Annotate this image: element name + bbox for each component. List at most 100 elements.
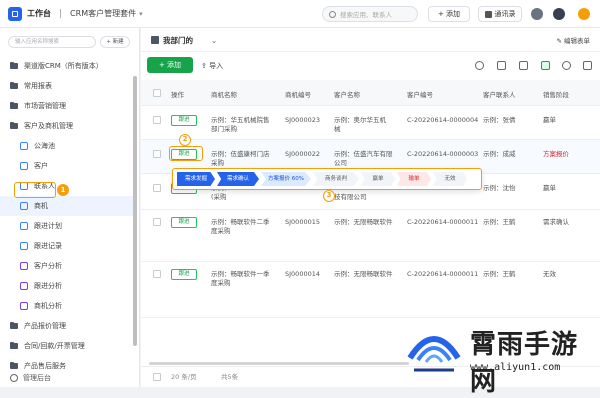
sidebar-item[interactable]: 客户 [0, 156, 134, 176]
follow-button[interactable]: 跟进 [171, 217, 197, 228]
row-checkbox[interactable] [153, 150, 161, 158]
opportunity-name[interactable]: 示例：畅联软件二季 [211, 218, 270, 227]
opportunity-name[interactable]: 采购 [211, 159, 224, 168]
customer-name[interactable]: 技有限公司 [334, 193, 367, 202]
more-icon[interactable] [583, 61, 592, 70]
column-header[interactable]: 客户名称 [334, 89, 360, 99]
follow-button[interactable]: 跟进 [171, 115, 197, 126]
app-icon [20, 242, 28, 250]
global-search-input[interactable]: 搜索应用、联系人 [322, 6, 418, 22]
column-header[interactable]: 客户编号 [407, 89, 433, 99]
horizontal-scrollbar[interactable] [149, 362, 409, 365]
sidebar-item[interactable]: 跟进分析 [0, 276, 134, 296]
customer-contact[interactable]: 示例：成威 [483, 150, 516, 159]
view-selector[interactable]: 我部门的 ⌄ [151, 33, 239, 47]
app-icon [20, 202, 28, 210]
stage-step[interactable]: 方案报价 60% [261, 172, 311, 186]
sidebar-item[interactable]: 客户分析 [0, 256, 134, 276]
edit-form-button[interactable]: ✎ 编辑表单 [556, 35, 590, 45]
table-view-icon[interactable] [541, 61, 550, 70]
table-row[interactable]: 跟进 示例：华五机械院售 部门采购 SJ0000023 示例：奥尔华五机械 C-20220… [141, 106, 600, 140]
column-header[interactable]: 销售阶段 [543, 89, 569, 99]
app-logo-icon[interactable] [8, 6, 22, 21]
search-icon[interactable] [475, 61, 484, 70]
opportunity-name[interactable]: 部门采购 [211, 125, 237, 134]
sidebar-item[interactable]: 客户及商机管理 [0, 116, 134, 136]
app-name[interactable]: 工作台 [27, 8, 51, 19]
customer-name[interactable]: 械 [334, 125, 341, 134]
follow-button[interactable]: 跟进 [171, 269, 197, 280]
sidebar-item[interactable]: 合同/回款/开票管理 [0, 336, 134, 356]
opportunity-code: SJ0000015 [285, 218, 320, 226]
sidebar-new-button[interactable]: + 新建 [100, 36, 130, 48]
customer-contact[interactable]: 示例：王鹤 [483, 270, 516, 279]
row-checkbox[interactable] [153, 184, 161, 192]
sidebar-item[interactable]: 渠道版CRM（所有版本） [0, 56, 134, 76]
watermark-url: www.aliyun1.com [470, 362, 561, 373]
row-checkbox[interactable] [153, 116, 161, 124]
sidebar-item[interactable]: 公海池 [0, 136, 134, 156]
notification-icon[interactable] [531, 8, 543, 20]
page-size-select[interactable]: 20 条/页 [171, 373, 197, 382]
customer-contact[interactable]: 示例：张倩 [483, 116, 516, 125]
opportunity-name[interactable]: 度采购 [211, 279, 231, 288]
stage-step[interactable]: 需求发掘 [177, 172, 215, 186]
opportunity-name[interactable]: 度采购 [211, 227, 231, 236]
opportunity-name[interactable]: 示例：伍盛康柯门店 [211, 150, 270, 159]
opportunity-name[interactable]: 示例：畅联软件一季 [211, 270, 270, 279]
sidebar-item[interactable]: 市场营销管理 [0, 96, 134, 116]
sidebar-item-label: 跟进分析 [34, 282, 62, 290]
add-record-button[interactable]: + 添加 [147, 57, 193, 73]
customer-contact[interactable]: 示例：王鹤 [483, 218, 516, 227]
opportunity-name[interactable]: 示例：华五机械院售 [211, 116, 270, 125]
annotation-highlight-follow [169, 146, 203, 161]
sort-icon[interactable] [519, 61, 528, 70]
opportunity-code: SJ0000022 [285, 150, 320, 158]
customer-name[interactable]: 示例：无限畅联软件 [334, 270, 393, 279]
app-icon [20, 262, 28, 270]
customer-name[interactable]: 示例：伍盛汽车有限 [334, 150, 393, 159]
add-button[interactable]: + 添加 [428, 6, 470, 22]
sidebar-item[interactable]: 常用报表 [0, 76, 134, 96]
sidebar-item-label: 产品报价管理 [24, 322, 66, 330]
customer-contact[interactable]: 示例：沈怡 [483, 184, 516, 193]
avatar[interactable] [578, 8, 590, 20]
contacts-button[interactable]: 通讯录 [478, 6, 522, 22]
breadcrumb[interactable]: CRM客户管理套件 [70, 8, 136, 19]
customer-name[interactable]: 示例：奥尔华五机 [334, 116, 386, 125]
customer-name[interactable]: 示例：无限畅联软件 [334, 218, 393, 227]
row-checkbox[interactable] [153, 270, 161, 278]
column-header[interactable]: 操作 [171, 89, 184, 99]
stage-step[interactable]: 赢单 [361, 172, 395, 186]
table-row[interactable]: 跟进 示例：畅联软件一季 度采购 SJ0000014 示例：无限畅联软件 C-202206… [141, 262, 600, 318]
sidebar-item[interactable]: 跟进记录 [0, 236, 134, 256]
sidebar-search-input[interactable]: 输入应用名称搜索 [8, 36, 96, 48]
column-header[interactable]: 客户联系人 [483, 89, 516, 99]
filter-icon[interactable] [497, 61, 506, 70]
column-header[interactable]: 商机名称 [211, 89, 237, 99]
customer-name[interactable]: 公司 [334, 159, 347, 168]
sidebar-item-label: 客户及商机管理 [24, 122, 73, 130]
import-button[interactable]: ⇪ 导入 [201, 61, 223, 71]
footer-checkbox[interactable] [153, 373, 161, 381]
annotation-highlight-opportunity [14, 182, 56, 198]
chevron-down-icon[interactable]: ▾ [139, 10, 143, 18]
select-all-checkbox[interactable] [153, 89, 161, 97]
sidebar-item[interactable]: 跟进计划 [0, 216, 134, 236]
sidebar-item[interactable]: 产品报价管理 [0, 316, 134, 336]
sales-stage: 无效 [543, 270, 556, 278]
stage-step[interactable]: 需求确认 [217, 172, 259, 186]
help-icon[interactable] [553, 8, 565, 20]
refresh-icon[interactable] [562, 61, 571, 70]
sidebar-item[interactable]: 商机 [0, 196, 134, 216]
stage-step[interactable]: 输单 [397, 172, 431, 186]
column-header[interactable]: 商机编号 [285, 89, 311, 99]
row-checkbox[interactable] [153, 218, 161, 226]
sidebar-item[interactable]: 商机分析 [0, 296, 134, 316]
stage-step[interactable]: 商务谈判 [313, 172, 359, 186]
opportunity-name[interactable]: (采购 [211, 193, 227, 202]
stage-step[interactable]: 无效 [433, 172, 467, 186]
sidebar-scrollbar[interactable] [133, 76, 137, 346]
table-row[interactable]: 跟进 示例：畅联软件二季 度采购 SJ0000015 示例：无限畅联软件 C-202206… [141, 210, 600, 262]
admin-console-link[interactable]: 管理后台 [10, 373, 51, 383]
